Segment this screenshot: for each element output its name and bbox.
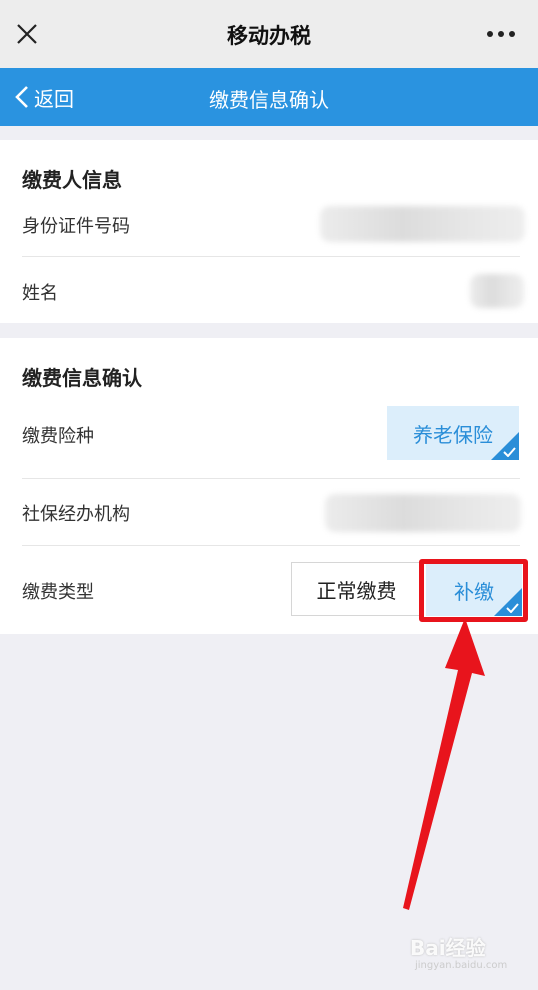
name-value-blurred [470, 274, 524, 308]
payment-type-label: 缴费类型 [22, 582, 94, 603]
check-icon [503, 447, 516, 457]
annotation-arrow [403, 618, 485, 910]
divider [22, 545, 520, 546]
window-title: 移动办税 [227, 24, 311, 48]
id-number-value-blurred [320, 206, 525, 242]
agency-label: 社保经办机构 [22, 504, 130, 525]
page-title: 缴费信息确认 [209, 88, 329, 112]
divider [22, 478, 520, 479]
watermark-logo: Bai经验 [410, 936, 486, 960]
more-icon[interactable] [486, 30, 516, 38]
insurance-option-pension[interactable]: 养老保险 [387, 406, 519, 460]
payer-info-heading: 缴费人信息 [22, 168, 122, 192]
payer-info-section: 缴费人信息 身份证件号码 姓名 [0, 140, 538, 323]
window-title-bar: 移动办税 [0, 0, 538, 69]
insurance-type-label: 缴费险种 [22, 426, 94, 447]
payment-type-normal-label: 正常缴费 [316, 578, 397, 603]
agency-value-blurred [325, 494, 521, 532]
id-number-label: 身份证件号码 [22, 216, 130, 237]
payment-type-normal[interactable]: 正常缴费 [291, 562, 422, 616]
payment-info-heading: 缴费信息确认 [22, 366, 142, 390]
divider [22, 256, 520, 257]
insurance-option-label: 养老保险 [413, 422, 493, 447]
name-label: 姓名 [22, 283, 58, 304]
watermark-url: jingyan.baidu.com [415, 960, 508, 971]
annotation-highlight-box [419, 559, 528, 622]
nav-bar: 返回 缴费信息确认 [0, 68, 538, 126]
